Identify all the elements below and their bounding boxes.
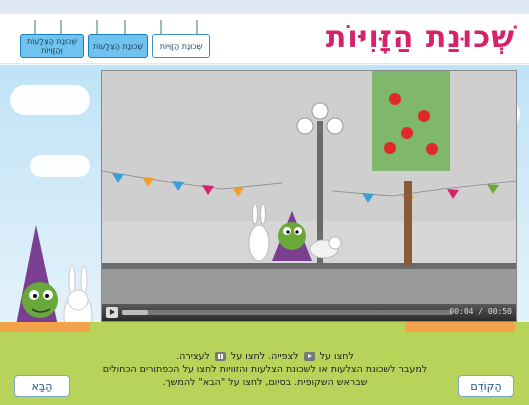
orange-bar [0,322,90,332]
instruction-fragment: לעצירה. [176,351,210,362]
instructions-line-1: לחצו על לצפייה. לחצו על לעצירה. [80,350,450,363]
timecode: 00:04 / 00:50 [449,307,512,316]
video-frame[interactable] [102,71,516,304]
header-bar: שְׁכוּנַת הַצְּלָעוֹת וְהַזָּוִיּוֹת שְׁ… [0,14,529,64]
video-controls: 00:04 / 00:50 [102,304,516,321]
play-icon[interactable] [106,307,118,318]
instruction-fragment: לחצו על [319,351,354,362]
tab-pin [124,20,126,34]
tab-pin [160,20,162,34]
orange-bar [405,322,515,332]
next-button[interactable]: הַבָּא [14,375,70,397]
tab-pin [60,20,62,34]
tab-angles[interactable]: שְׁכוּנַת הַזָּוִיּוֹת [152,34,210,58]
tab-pin [34,20,36,34]
progress-bar[interactable] [122,310,452,315]
progress-fill [122,310,149,315]
play-icon [303,352,315,361]
instructions-line-2: למעבר לשכונת הצלעות או לשכונת הצלעות והז… [102,364,428,375]
instruction-fragment: לצפייה. לחצו על [230,351,299,362]
page-title: שְׁכוּנַת הַזָּוִיּוֹת [325,20,515,55]
tab-pin [196,20,198,34]
top-strip [0,0,529,14]
tab-sides-and-angles[interactable]: שְׁכוּנַת הַצְּלָעוֹת וְהַזָּוִיּוֹת [20,34,84,58]
tab-sides[interactable]: שְׁכוּנַת הַצְּלָעוֹת [88,34,148,58]
pause-icon [214,352,226,361]
instructions-line-3: שבראש השקופית. בסיום, לחצו על "הבא" להמש… [162,377,368,388]
instructions-text: לחצו על לצפייה. לחצו על לעצירה. למעבר לש… [80,350,450,389]
app-window: שְׁכוּנַת הַצְּלָעוֹת וְהַזָּוִיּוֹת שְׁ… [0,0,529,405]
video-scene-illustration [102,71,516,304]
previous-button[interactable]: הַקּוֹדֵם [458,375,514,397]
video-player[interactable]: 00:04 / 00:50 [101,70,517,322]
tab-pin [96,20,98,34]
characters-illustration [14,225,93,338]
